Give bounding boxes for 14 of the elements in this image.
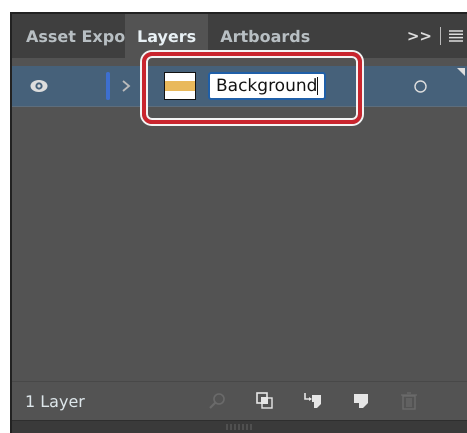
chevron-icon[interactable]	[120, 79, 132, 93]
target-icon[interactable]	[414, 80, 427, 92]
resize-grip-icon[interactable]	[226, 424, 254, 430]
arrow-square-button[interactable]	[304, 392, 322, 410]
menu-icon[interactable]	[449, 30, 463, 42]
layer-row[interactable]: Background	[12, 66, 467, 107]
corner-marker-icon	[457, 68, 465, 76]
page-button[interactable]	[352, 392, 370, 410]
overflow-button[interactable]: >>	[406, 27, 432, 45]
eye-icon[interactable]	[30, 79, 48, 93]
layer-thumbnail	[164, 72, 196, 100]
overlapping-squares-button[interactable]	[256, 392, 274, 410]
layer-count: 1 Layer	[25, 392, 86, 410]
name-field[interactable]: Background	[208, 72, 326, 100]
